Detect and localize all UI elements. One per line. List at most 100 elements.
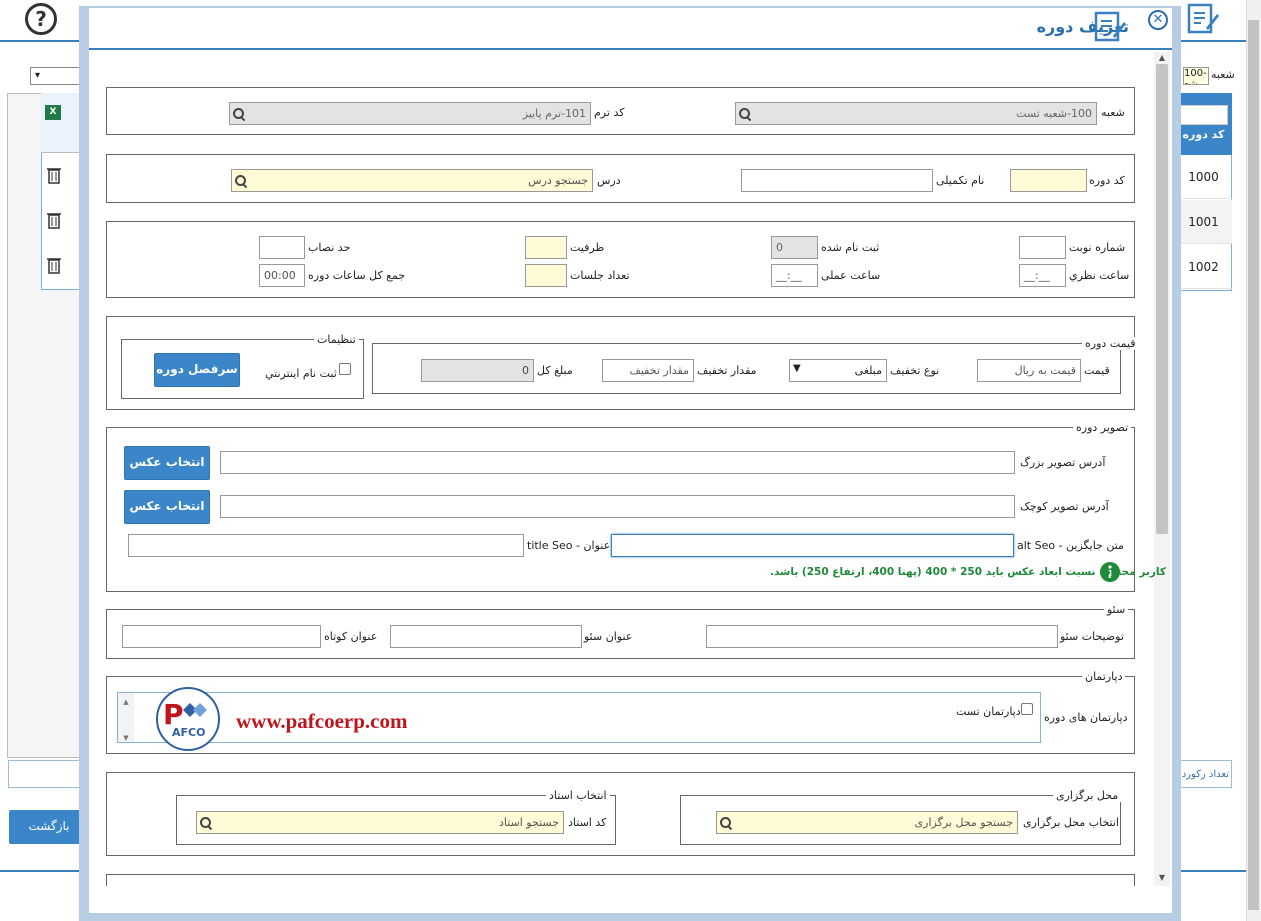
seo-heading-field[interactable]: [390, 625, 582, 648]
delete-icon[interactable]: [46, 166, 62, 184]
search-icon[interactable]: [720, 817, 732, 829]
total-hours-label: جمع کل ساعات دوره: [308, 269, 406, 282]
record-count-label: تعداد رکورد: [1172, 760, 1232, 788]
help-icon[interactable]: ?: [25, 3, 57, 35]
seo-description-field[interactable]: [706, 625, 1058, 648]
choose-large-image-button[interactable]: انتخاب عکس: [124, 446, 210, 480]
full-name-field[interactable]: [741, 169, 933, 192]
image-size-notice: کاربر محترم، نسبت ابعاد عکس باید 250 * 4…: [770, 566, 1166, 578]
department-test-checkbox[interactable]: [1021, 703, 1033, 715]
quorum-label: حد نصاب: [308, 241, 351, 254]
page-scrollbar-thumb[interactable]: [1248, 20, 1259, 910]
lesson-label: درس: [597, 174, 621, 187]
seo-legend: سئو: [1104, 603, 1129, 616]
total-amount-label: مبلغ کل: [537, 364, 573, 377]
seo-heading-label: عنوان سئو: [584, 630, 633, 643]
scroll-up-icon[interactable]: ▲: [1154, 52, 1170, 64]
edit-form-icon: [1094, 11, 1126, 42]
price-field[interactable]: قیمت به ریال: [977, 359, 1081, 382]
short-title-field[interactable]: [122, 625, 321, 648]
logo-text: AFCO: [172, 726, 205, 739]
small-image-label: آدرس تصویر کوچک: [1020, 500, 1109, 513]
seo-description-label: توضیحات سئو: [1060, 630, 1124, 643]
pafco-logo: P AFCO: [156, 687, 220, 751]
venue-select-label: انتخاب محل برگزاری: [1023, 816, 1119, 829]
back-button[interactable]: بازگشت: [9, 810, 89, 844]
search-icon[interactable]: [233, 108, 245, 120]
course-code-field[interactable]: [1010, 169, 1087, 192]
course-image-legend: تصویر دوره: [1073, 421, 1132, 434]
term-code-field[interactable]: 101-ترم پاییز: [229, 102, 591, 125]
watermark-url: www.pafcoerp.com: [236, 709, 408, 733]
background-grid-header: [41, 93, 81, 153]
registered-count-field: 0: [771, 236, 818, 259]
practical-hours-field[interactable]: __:__: [771, 264, 818, 287]
chevron-down-icon[interactable]: ▼: [793, 363, 801, 374]
venue-search-input[interactable]: جستجو محل برگزاری: [716, 811, 1018, 834]
theory-hours-label: ساعت نظري: [1069, 269, 1130, 282]
total-hours-field[interactable]: 00:00: [259, 264, 305, 287]
modal-scrollbar-thumb[interactable]: [1156, 64, 1168, 534]
choose-small-image-button[interactable]: انتخاب عکس: [124, 490, 210, 524]
table-row[interactable]: 1002: [1175, 245, 1232, 289]
excel-export-icon[interactable]: X: [45, 105, 61, 120]
department-list-scrollbar[interactable]: ▲ ▼: [118, 693, 134, 742]
large-image-url-field[interactable]: [220, 451, 1015, 474]
table-row[interactable]: 1000: [1175, 155, 1232, 199]
short-title-label: عنوان کوتاه: [324, 630, 378, 643]
next-section-partial: [106, 874, 1135, 886]
price-label: قیمت: [1084, 364, 1110, 377]
background-select[interactable]: ▾: [30, 67, 80, 85]
discount-amount-label: مقدار تخفیف: [697, 364, 757, 377]
seo-title-label: عنوان - title Seo: [527, 539, 611, 552]
background-pager: [8, 760, 90, 788]
table-row[interactable]: 1001: [1175, 200, 1232, 244]
capacity-field[interactable]: [525, 236, 567, 259]
seo-alt-field[interactable]: [611, 534, 1014, 557]
discount-amount-field[interactable]: مقدار تخفیف: [602, 359, 694, 382]
large-image-label: آدرس تصویر بزرگ: [1020, 456, 1106, 469]
sessions-count-field[interactable]: [525, 264, 567, 287]
registered-count-label: ثبت نام شده: [821, 241, 880, 254]
small-image-url-field[interactable]: [220, 495, 1015, 518]
venue-legend: محل برگزاری: [1053, 789, 1122, 802]
teacher-legend: انتخاب استاد: [546, 789, 610, 802]
teacher-search-input[interactable]: جستجو استاد: [196, 811, 564, 834]
term-code-label: کد ترم: [594, 106, 625, 119]
branch-field[interactable]: 100-شعبه تست: [735, 102, 1097, 125]
capacity-label: ظرفیت: [570, 241, 605, 254]
sessions-count-label: تعداد جلسات: [570, 269, 630, 282]
price-legend: قیمت دوره: [1082, 337, 1139, 350]
background-grid-column-label: کد دوره: [1182, 128, 1225, 141]
delete-icon[interactable]: [46, 256, 62, 274]
total-amount-field: 0: [421, 359, 534, 382]
edit-form-icon: [1187, 3, 1219, 34]
course-departments-label: دپارتمان های دوره: [1044, 711, 1128, 724]
theory-hours-field[interactable]: __:__: [1019, 264, 1066, 287]
search-icon[interactable]: [235, 175, 247, 187]
teacher-code-label: کد استاد: [568, 816, 607, 829]
practical-hours-label: ساعت عملی: [821, 269, 881, 282]
quorum-field[interactable]: [259, 236, 305, 259]
background-branch-label: شعبه: [1211, 68, 1235, 81]
turn-number-field[interactable]: [1019, 236, 1066, 259]
seo-alt-label: متن جایگزین - alt Seo: [1017, 539, 1124, 552]
settings-legend: تنظیمات: [314, 333, 359, 346]
discount-type-label: نوع تخفیف: [890, 364, 940, 377]
online-registration-label: ثبت نام اینترنتي: [265, 367, 337, 380]
delete-icon[interactable]: [46, 211, 62, 229]
search-icon[interactable]: [200, 817, 212, 829]
full-name-label: نام تکمیلی: [936, 174, 985, 187]
search-icon[interactable]: [739, 108, 751, 120]
background-grid-filter-input[interactable]: [1178, 105, 1228, 125]
close-icon[interactable]: ✕: [1148, 10, 1168, 30]
scroll-down-icon[interactable]: ▼: [1154, 872, 1170, 884]
lesson-search-input[interactable]: جستجو درس: [231, 169, 593, 192]
online-registration-checkbox[interactable]: [339, 363, 351, 375]
branch-label: شعبه: [1101, 106, 1125, 119]
background-branch-input[interactable]: 100-شع: [1183, 67, 1209, 85]
department-legend: دپارتمان: [1082, 670, 1126, 683]
discount-type-select[interactable]: مبلغی: [789, 359, 887, 382]
seo-title-field[interactable]: [128, 534, 524, 557]
syllabus-button[interactable]: سرفصل دوره: [154, 353, 240, 387]
